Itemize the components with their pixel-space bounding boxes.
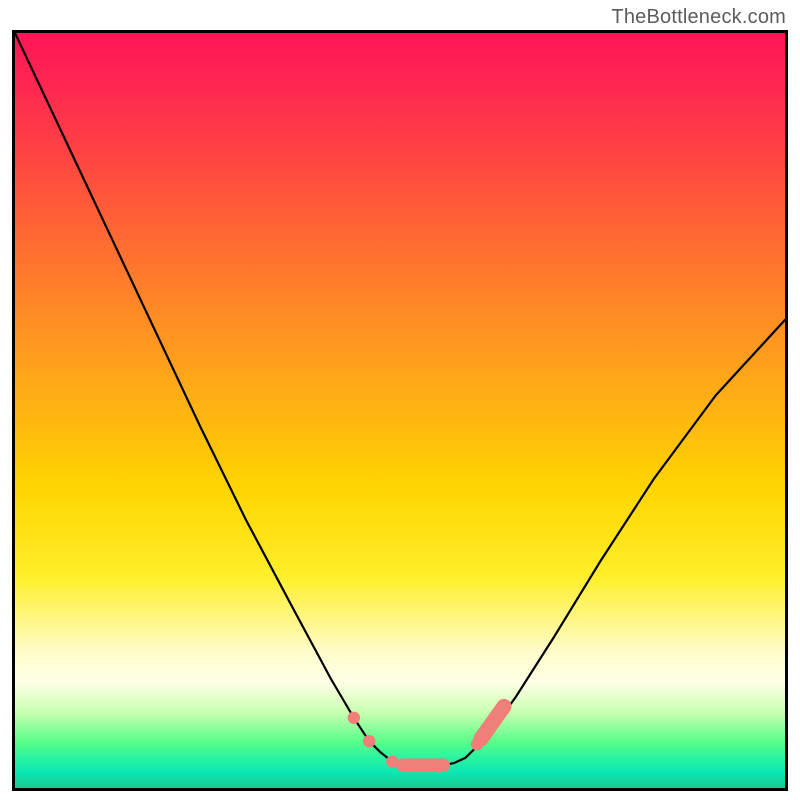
marker-point-3 — [432, 760, 444, 772]
attribution-text: TheBottleneck.com — [611, 6, 786, 29]
marker-point-4 — [471, 738, 483, 750]
marker-point-1 — [363, 735, 375, 747]
chart-border-right — [785, 30, 788, 791]
chart-border-bottom — [12, 788, 788, 791]
marker-point-0 — [348, 712, 360, 724]
bottleneck-chart — [15, 33, 785, 788]
marker-point-5 — [494, 706, 506, 718]
bottleneck-curve — [15, 33, 785, 767]
marker-point-2 — [386, 755, 398, 767]
